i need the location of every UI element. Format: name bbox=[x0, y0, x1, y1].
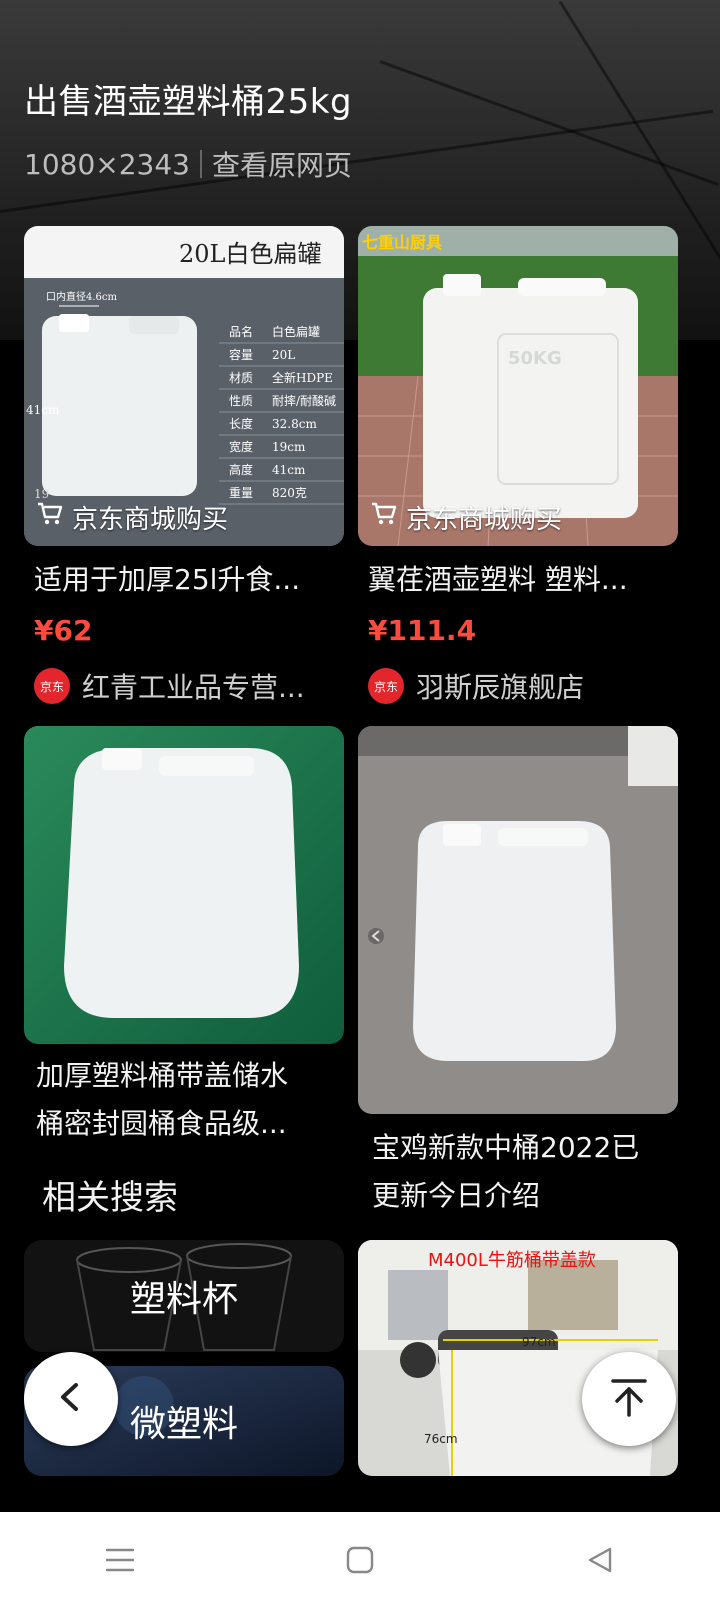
svg-text:50KG: 50KG bbox=[508, 348, 562, 369]
back-button[interactable] bbox=[24, 1352, 118, 1446]
spec-label: 高度 bbox=[229, 462, 253, 477]
nav-menu-button[interactable] bbox=[80, 1532, 160, 1592]
cart-icon bbox=[36, 501, 64, 534]
menu-icon bbox=[104, 1545, 136, 1579]
product-photo-canister-outdoor: 七重山厨具 50KG bbox=[358, 226, 678, 546]
svg-text:七重山厨具: 七重山厨具 bbox=[362, 233, 442, 252]
nav-home-button[interactable] bbox=[320, 1532, 400, 1592]
product-photo-canister-spec: 20L白色扁罐 口内直径4.6cm 41cm 19 品名 白色扁罐容量 20L材质全… bbox=[24, 226, 344, 546]
product-price-1: ¥62 bbox=[34, 614, 93, 647]
scroll-to-top-button[interactable] bbox=[582, 1352, 676, 1446]
svg-text:M400L牛筋桶带盖款: M400L牛筋桶带盖款 bbox=[428, 1250, 596, 1271]
spec-label: 材质 bbox=[229, 371, 253, 385]
svg-text:41cm: 41cm bbox=[26, 403, 60, 417]
nav-back-button[interactable] bbox=[560, 1532, 640, 1592]
svg-text:口内直径4.6cm: 口内直径4.6cm bbox=[46, 290, 118, 303]
spec-label: 品名 bbox=[229, 324, 253, 339]
spec-value: 19cm bbox=[272, 440, 306, 454]
spec-value: 耐摔/耐酸碱 bbox=[272, 393, 336, 408]
buy-jd-label[interactable]: 京东商城购买 bbox=[370, 499, 562, 536]
product-image-1[interactable]: 20L白色扁罐 口内直径4.6cm 41cm 19 品名 白色扁罐 容量 20L 材质全… bbox=[24, 226, 344, 546]
product-title-3[interactable]: 加厚塑料桶带盖储水 桶密封圆桶食品级... bbox=[36, 1052, 288, 1148]
cart-icon bbox=[370, 501, 398, 534]
buy-jd-label[interactable]: 京东商城购买 bbox=[36, 499, 228, 536]
spec-value: 41cm bbox=[272, 463, 306, 477]
spec-value: 820克 bbox=[272, 486, 307, 500]
chevron-left-icon bbox=[51, 1377, 91, 1421]
spec-label: 宽度 bbox=[229, 439, 253, 454]
product-price-2: ¥111.4 bbox=[368, 614, 477, 647]
arrow-up-to-top-icon bbox=[607, 1375, 651, 1423]
spec-value: 32.8cm bbox=[272, 417, 317, 431]
svg-text:97cm: 97cm bbox=[522, 1335, 556, 1349]
spec-value: 20L bbox=[272, 348, 295, 362]
related-item-plastic-cup[interactable]: 塑料杯 bbox=[24, 1240, 344, 1352]
product-image-2[interactable]: 七重山厨具 50KG 京东商城购买 bbox=[358, 226, 678, 546]
jd-logo-icon: 京东 bbox=[368, 668, 404, 704]
image-dimensions: 1080×2343 bbox=[24, 147, 190, 181]
product-image-3[interactable] bbox=[24, 726, 344, 1044]
shop-name-2[interactable]: 京东 羽斯辰旗舰店 bbox=[368, 666, 584, 706]
spec-value: 白色扁罐 bbox=[272, 324, 320, 339]
jd-logo-icon: 京东 bbox=[34, 668, 70, 704]
product-title-2[interactable]: 翼荏酒壶塑料 塑料... bbox=[368, 556, 628, 604]
related-search-title: 相关搜索 bbox=[42, 1178, 178, 1218]
svg-text:76cm: 76cm bbox=[424, 1432, 458, 1446]
image-info: 1080×2343 查看原网页 bbox=[24, 144, 352, 184]
spec-label: 容量 bbox=[229, 347, 253, 362]
product-title-4[interactable]: 宝鸡新款中桶2022已 更新今日介绍 bbox=[372, 1124, 639, 1220]
triangle-back-icon bbox=[584, 1544, 616, 1580]
spec-label: 性质 bbox=[229, 394, 253, 408]
page-title: 出售酒壶塑料桶25kg bbox=[24, 82, 353, 122]
view-source-link[interactable]: 查看原网页 bbox=[212, 144, 352, 184]
spec-label: 重量 bbox=[229, 486, 253, 500]
divider bbox=[199, 150, 202, 178]
product-image-4[interactable] bbox=[358, 726, 678, 1114]
product-photo-canister-ground bbox=[358, 726, 678, 1114]
system-nav-bar bbox=[0, 1512, 720, 1612]
product-photo-white-canister bbox=[24, 726, 344, 1044]
spec-label: 长度 bbox=[229, 416, 253, 431]
shop-name-1[interactable]: 京东 红青工业品专营... bbox=[34, 666, 305, 706]
svg-text:20L白色扁罐: 20L白色扁罐 bbox=[179, 240, 321, 268]
product-title-1[interactable]: 适用于加厚25l升食... bbox=[34, 556, 300, 604]
spec-value: 全新HDPE bbox=[272, 370, 333, 385]
square-icon bbox=[344, 1544, 376, 1580]
